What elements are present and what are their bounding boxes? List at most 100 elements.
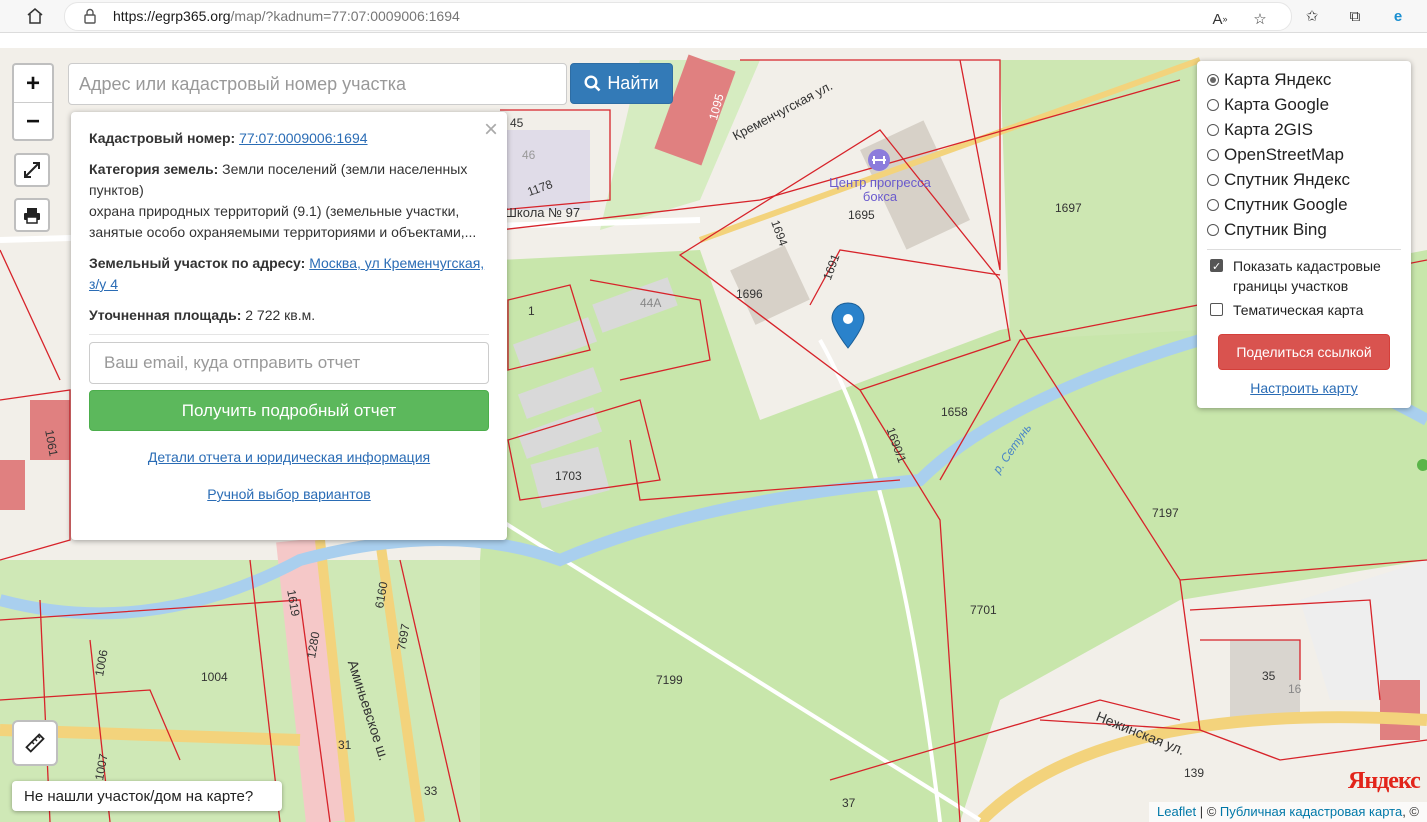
leaflet-link[interactable]: Leaflet (1157, 804, 1196, 819)
attribution-suffix: , © (1402, 804, 1419, 819)
land-category-label: Категория земель: (89, 161, 219, 177)
layer-option-label: Карта Google (1224, 94, 1330, 114)
radio-2gis-map[interactable] (1207, 123, 1219, 136)
search-button[interactable]: Найти (570, 63, 673, 104)
details-link-row: Детали отчета и юридическая информация (89, 447, 489, 468)
parcel-label: 7199 (656, 673, 683, 687)
zoom-out-button[interactable]: − (14, 103, 52, 140)
report-details-link[interactable]: Детали отчета и юридическая информация (148, 449, 430, 465)
parcel-label: 33 (424, 784, 438, 798)
radio-yandex-map[interactable] (1207, 73, 1219, 86)
layer-option-label: Спутник Bing (1224, 219, 1327, 239)
parcel-label: 7701 (970, 603, 997, 617)
collections-icon[interactable]: ⧉ (1345, 6, 1365, 26)
address-row: Земельный участок по адресу: Москва, ул … (89, 253, 489, 295)
fullscreen-button[interactable] (14, 153, 50, 187)
manual-link-row: Ручной выбор вариантов (89, 484, 489, 505)
layer-option-2gis-map[interactable]: Карта 2GIS (1207, 117, 1401, 142)
parcel-info-popup: × Кадастровый номер: 77:07:0009006:1694 … (71, 112, 507, 540)
setup-map-link[interactable]: Настроить карту (1250, 380, 1358, 396)
expand-icon (24, 162, 40, 178)
home-icon[interactable] (24, 5, 46, 27)
search-button-label: Найти (607, 73, 659, 93)
parcel-label: 45 (510, 116, 524, 130)
lock-icon (83, 8, 97, 27)
cadastral-map-link[interactable]: Публичная кадастровая карта (1220, 804, 1402, 819)
cadastral-number-link[interactable]: 77:07:0009006:1694 (239, 130, 367, 146)
not-found-button[interactable]: Не нашли участок/дом на карте? (12, 781, 282, 811)
show-borders-checkbox[interactable] (1210, 257, 1223, 277)
layer-option-osm[interactable]: OpenStreetMap (1207, 142, 1401, 167)
ruler-icon (25, 733, 45, 753)
zoom-control: + − (12, 63, 54, 141)
parcel-label: 31 (338, 738, 352, 752)
map-label-school: Школа № 97 (505, 205, 581, 220)
parcel-label: 1004 (201, 670, 228, 684)
printer-icon (24, 208, 40, 224)
area-label: Уточненная площадь: (89, 307, 242, 323)
layer-option-yandex-satellite[interactable]: Спутник Яндекс (1207, 167, 1401, 192)
thematic-map-label: Тематическая карта (1233, 302, 1364, 318)
parcel-label: 1696 (736, 287, 763, 301)
map-attribution: Leaflet | © Публичная кадастровая карта,… (1149, 802, 1427, 822)
radio-google-map[interactable] (1207, 98, 1219, 111)
address-label: Земельный участок по адресу: (89, 255, 306, 271)
layer-switcher: Карта Яндекс Карта Google Карта 2GIS Ope… (1197, 61, 1411, 408)
show-borders-label: Показать кадастровые границы участков (1233, 258, 1381, 294)
setup-map-row: Настроить карту (1207, 380, 1401, 396)
radio-google-satellite[interactable] (1207, 198, 1219, 211)
cadastral-number-row: Кадастровый номер: 77:07:0009006:1694 (89, 128, 489, 149)
share-link-button[interactable]: Поделиться ссылкой (1218, 334, 1390, 370)
parcel-label: 46 (522, 148, 536, 162)
measure-button[interactable] (12, 720, 58, 766)
parcel-label: 1658 (941, 405, 968, 419)
add-favorite-icon[interactable]: ☆ (1250, 9, 1270, 29)
layer-option-google-satellite[interactable]: Спутник Google (1207, 192, 1401, 217)
area-value: 2 722 кв.м. (245, 307, 316, 323)
layer-option-google-map[interactable]: Карта Google (1207, 92, 1401, 117)
address-bar[interactable]: https://egrp365.org/map/?kadnum=77:07:00… (64, 2, 1292, 31)
show-borders-option[interactable]: Показать кадастровые границы участков (1207, 256, 1401, 296)
email-field[interactable] (89, 342, 489, 384)
parcel-label: 1 (528, 304, 535, 318)
get-report-button[interactable]: Получить подробный отчет (89, 390, 489, 431)
layer-option-label: Спутник Яндекс (1224, 169, 1350, 189)
search-icon (584, 75, 601, 92)
layer-option-yandex-map[interactable]: Карта Яндекс (1207, 67, 1401, 92)
layer-option-bing-satellite[interactable]: Спутник Bing (1207, 217, 1401, 242)
parcel-label: 139 (1184, 766, 1205, 780)
print-button[interactable] (14, 198, 50, 232)
layer-option-label: Спутник Google (1224, 194, 1348, 214)
close-icon[interactable]: × (484, 116, 498, 144)
zoom-in-button[interactable]: + (14, 65, 52, 103)
radio-yandex-satellite[interactable] (1207, 173, 1219, 186)
parcel-label: 1697 (1055, 201, 1082, 215)
map-label-poi: Центр прогресса бокса (829, 175, 931, 204)
attribution-separator: | © (1196, 804, 1220, 819)
parcel-label: 1695 (848, 208, 875, 222)
area-row: Уточненная площадь: 2 722 кв.м. (89, 305, 489, 326)
parcel-label: 1703 (555, 469, 582, 483)
radio-bing-satellite[interactable] (1207, 223, 1219, 236)
layer-option-label: OpenStreetMap (1224, 144, 1345, 164)
thematic-map-checkbox[interactable] (1210, 303, 1223, 316)
cadastral-number-label: Кадастровый номер: (89, 130, 236, 146)
manual-selection-link[interactable]: Ручной выбор вариантов (207, 486, 371, 502)
parcel-label: 44А (640, 296, 662, 310)
url-host: https://egrp365.org (113, 8, 231, 24)
land-category-detail: охрана природных территорий (9.1) (земел… (89, 203, 477, 240)
parcel-label: 37 (842, 796, 856, 810)
thematic-map-option[interactable]: Тематическая карта (1207, 300, 1401, 320)
divider (89, 334, 489, 335)
parcel-label: 7197 (1152, 506, 1179, 520)
favorites-icon[interactable]: ✩ (1302, 6, 1322, 26)
radio-osm[interactable] (1207, 148, 1219, 161)
browser-toolbar: https://egrp365.org/map/?kadnum=77:07:00… (0, 0, 1427, 33)
url-path: /map/?kadnum=77:07:0009006:1694 (230, 8, 460, 24)
read-aloud-icon[interactable]: A» (1210, 9, 1230, 29)
layer-option-label: Карта Яндекс (1224, 69, 1332, 89)
search-input[interactable] (68, 63, 567, 105)
edge-icon[interactable]: e (1388, 6, 1408, 26)
parcel-label: 35 (1262, 669, 1276, 683)
layer-option-label: Карта 2GIS (1224, 119, 1313, 139)
